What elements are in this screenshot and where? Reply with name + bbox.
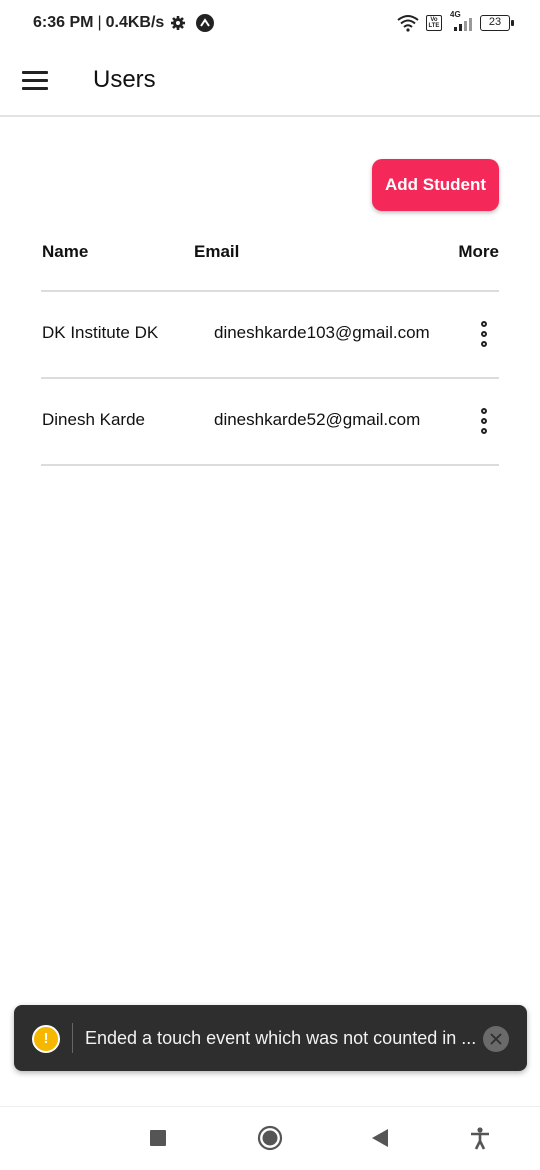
more-options-icon[interactable] — [474, 406, 494, 436]
user-email-cell: dineshkarde103@gmail.com — [214, 323, 430, 342]
toast-divider — [72, 1023, 73, 1053]
table-row: DK Institute DK dineshkarde103@gmail.com — [0, 292, 540, 378]
status-bar: 6:36 PM | 0.4KB/s Vo LTE 4G 23 — [0, 0, 540, 50]
table-divider — [41, 464, 499, 466]
add-student-button[interactable]: Add Student — [372, 159, 499, 211]
column-header-name: Name — [42, 242, 89, 261]
menu-icon[interactable] — [22, 66, 50, 94]
gear-icon — [171, 16, 186, 30]
app-notification-icon — [196, 14, 215, 32]
user-name-cell: DK Institute DK — [42, 323, 159, 342]
toast-notification: ! Ended a touch event which was not coun… — [14, 1005, 527, 1071]
status-separator: | — [97, 14, 102, 31]
status-speed: 0.4KB/s — [105, 14, 165, 31]
more-options-icon[interactable] — [474, 319, 494, 349]
column-header-email: Email — [194, 242, 240, 261]
app-bar: Users — [0, 50, 540, 117]
signal-icon: 4G — [448, 10, 474, 32]
status-left: 6:36 PM | 0.4KB/s — [33, 14, 215, 32]
user-email-cell: dineshkarde52@gmail.com — [214, 410, 421, 429]
accessibility-icon[interactable] — [467, 1125, 493, 1151]
back-triangle-icon[interactable] — [368, 1125, 394, 1151]
warning-icon: ! — [32, 1025, 60, 1053]
status-right: Vo LTE 4G 23 — [396, 10, 514, 32]
recents-square-icon[interactable] — [145, 1125, 171, 1151]
user-name-cell: Dinesh Karde — [42, 410, 146, 429]
wifi-icon — [397, 15, 419, 32]
table-row: Dinesh Karde dineshkarde52@gmail.com — [0, 379, 540, 465]
volte-icon: Vo LTE — [426, 15, 442, 31]
home-circle-icon[interactable] — [257, 1125, 283, 1151]
system-nav-bar — [0, 1106, 540, 1170]
toast-message: Ended a touch event which was not counte… — [85, 1028, 477, 1048]
battery-icon: 23 — [480, 15, 514, 31]
status-time: 6:36 PM — [33, 14, 94, 31]
column-header-more: More — [458, 242, 499, 261]
close-icon[interactable] — [483, 1026, 509, 1052]
page-title: Users — [93, 66, 156, 93]
